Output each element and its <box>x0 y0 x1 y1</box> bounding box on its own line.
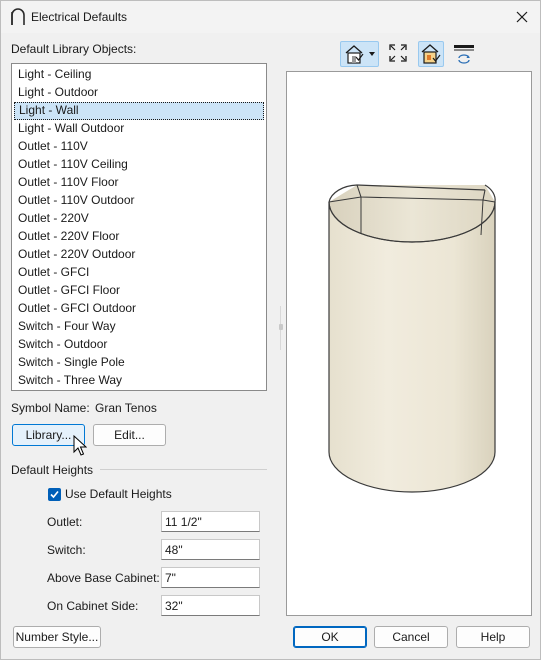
switch-height-field[interactable] <box>161 539 260 560</box>
electrical-defaults-dialog: Electrical Defaults Default Library Obje… <box>0 0 541 660</box>
list-item[interactable]: Outlet - 110V Floor <box>14 174 264 192</box>
on-cabinet-side-field[interactable] <box>161 595 260 616</box>
use-default-heights-label[interactable]: Use Default Heights <box>65 487 172 501</box>
library-objects-list[interactable]: Light - Ceiling Light - Outdoor Light - … <box>11 63 267 391</box>
default-heights-group-label: Default Heights <box>11 463 94 477</box>
checkmark-icon <box>50 490 59 499</box>
default-library-objects-label: Default Library Objects: <box>11 42 137 56</box>
list-item[interactable]: Switch - Single Pole <box>14 354 264 372</box>
switch-height-label: Switch: <box>47 543 86 557</box>
camera-view-dropdown-button[interactable] <box>340 41 379 67</box>
edit-button[interactable]: Edit... <box>93 424 166 446</box>
color-toggle-button[interactable] <box>418 41 444 67</box>
list-item[interactable]: Switch - Outdoor <box>14 336 264 354</box>
splitter-grip[interactable] <box>279 324 283 330</box>
close-icon[interactable] <box>512 7 532 27</box>
camera-view-dropdown-icon <box>345 45 375 64</box>
help-button[interactable]: Help <box>456 626 530 648</box>
symbol-name-label: Symbol Name: <box>11 401 90 415</box>
chief-architect-arch-icon <box>11 8 25 25</box>
list-item[interactable]: Outlet - GFCI Outdoor <box>14 300 264 318</box>
fill-window-button[interactable] <box>387 41 409 67</box>
list-item[interactable]: Outlet - GFCI <box>14 264 264 282</box>
use-default-heights-checkbox[interactable] <box>48 488 61 501</box>
rotate-view-button[interactable] <box>452 41 476 67</box>
list-item[interactable]: Light - Ceiling <box>14 66 264 84</box>
list-item[interactable]: Outlet - 110V <box>14 138 264 156</box>
list-item[interactable]: Outlet - GFCI Floor <box>14 282 264 300</box>
list-item-selected[interactable]: Light - Wall <box>14 102 264 120</box>
fill-window-icon <box>389 44 407 62</box>
color-toggle-icon <box>421 44 441 64</box>
symbol-name-value: Gran Tenos <box>95 401 157 415</box>
list-item[interactable]: Light - Wall Outdoor <box>14 120 264 138</box>
list-item[interactable]: Switch - Three Way <box>14 372 264 390</box>
window-title: Electrical Defaults <box>31 10 128 24</box>
number-style-button[interactable]: Number Style... <box>13 626 101 648</box>
list-item[interactable]: Outlet - 220V Outdoor <box>14 246 264 264</box>
list-item[interactable]: Outlet - 220V <box>14 210 264 228</box>
outlet-height-label: Outlet: <box>47 515 83 529</box>
mouse-pointer-icon <box>73 435 87 456</box>
list-item[interactable]: Light - Outdoor <box>14 84 264 102</box>
list-item[interactable]: Outlet - 220V Floor <box>14 228 264 246</box>
above-base-cabinet-label: Above Base Cabinet: <box>47 571 160 585</box>
list-item[interactable]: Outlet - 110V Outdoor <box>14 192 264 210</box>
group-divider <box>100 469 267 470</box>
ok-button[interactable]: OK <box>293 626 367 648</box>
list-item[interactable]: Switch - Four Way <box>14 318 264 336</box>
object-preview-panel[interactable] <box>286 71 532 616</box>
on-cabinet-side-label: On Cabinet Side: <box>47 599 139 613</box>
outlet-height-field[interactable] <box>161 511 260 532</box>
title-bar: Electrical Defaults <box>1 1 540 33</box>
list-item[interactable]: Outlet - 110V Ceiling <box>14 156 264 174</box>
cancel-button[interactable]: Cancel <box>374 626 448 648</box>
above-base-cabinet-field[interactable] <box>161 567 260 588</box>
rotate-view-icon <box>454 45 474 64</box>
wall-light-3d-preview <box>328 184 496 493</box>
